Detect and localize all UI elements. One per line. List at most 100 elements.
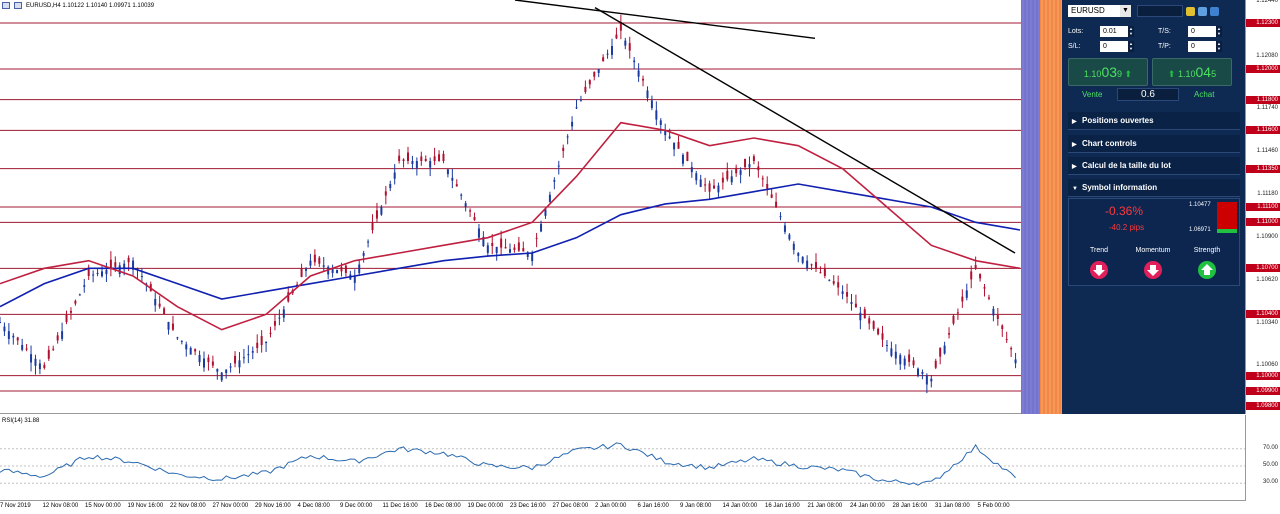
candle-body bbox=[109, 259, 112, 269]
candle-body bbox=[948, 333, 951, 335]
ts-stepper[interactable]: ▲ ▼ bbox=[1216, 26, 1222, 37]
buy-button[interactable]: ⬆ 1.10045 bbox=[1152, 58, 1232, 86]
candle-body bbox=[553, 180, 556, 182]
time-tick-label: 6 Jan 16:00 bbox=[637, 503, 669, 509]
candle-body bbox=[744, 158, 747, 168]
trend-label: Trend bbox=[1089, 247, 1109, 254]
trend-down-icon bbox=[1090, 261, 1108, 279]
chart-type-icon[interactable] bbox=[2, 2, 10, 9]
candle-body bbox=[211, 361, 214, 366]
price-tick-label: 1.10620 bbox=[1256, 276, 1278, 283]
lots-label: Lots: bbox=[1068, 28, 1084, 35]
candle-body bbox=[987, 297, 990, 299]
candle-body bbox=[992, 308, 995, 316]
candle-body bbox=[393, 172, 396, 179]
candle-body bbox=[673, 142, 676, 150]
section-label: Calcul de la taille du lot bbox=[1082, 161, 1171, 170]
price-level-label: 1.11350 bbox=[1246, 164, 1280, 173]
symbol-select[interactable]: EURUSD bbox=[1068, 5, 1120, 17]
sell-label: Vente bbox=[1082, 90, 1103, 99]
candle-body bbox=[127, 257, 130, 263]
candle-body bbox=[43, 364, 46, 368]
candle-body bbox=[176, 337, 179, 339]
candle-body bbox=[708, 183, 711, 192]
sell-button[interactable]: 1.10039 ⬆ bbox=[1068, 58, 1148, 86]
range-high: 1.10477 bbox=[1189, 202, 1211, 208]
candle-body bbox=[163, 308, 166, 315]
settings-icon[interactable] bbox=[1198, 6, 1207, 16]
candle-body bbox=[637, 70, 640, 77]
tp-stepper[interactable]: ▲ ▼ bbox=[1216, 41, 1222, 52]
candle-body bbox=[21, 345, 24, 350]
section-open-positions[interactable]: ▶ Positions ouvertes bbox=[1068, 112, 1240, 130]
candle-body bbox=[806, 260, 809, 269]
candle-body bbox=[571, 121, 574, 127]
price-chart[interactable]: EURUSD,H4 1.10122 1.10140 1.09971 1.1003… bbox=[0, 0, 1245, 414]
ts-input[interactable]: 0 bbox=[1188, 26, 1216, 37]
copy-icon[interactable] bbox=[1186, 6, 1195, 16]
section-chart-controls[interactable]: ▶ Chart controls bbox=[1068, 135, 1240, 153]
time-tick-label: 28 Jan 16:00 bbox=[892, 503, 928, 509]
lots-stepper[interactable]: ▲ ▼ bbox=[1128, 26, 1134, 37]
candle-body bbox=[642, 78, 645, 81]
chart-window-icon[interactable] bbox=[14, 2, 22, 9]
candle-body bbox=[424, 158, 427, 161]
candle-body bbox=[757, 166, 760, 171]
candle-body bbox=[353, 276, 356, 283]
candle-body bbox=[429, 161, 432, 168]
candle-body bbox=[952, 315, 955, 324]
candle-body bbox=[859, 312, 862, 321]
price-level-label: 1.11100 bbox=[1246, 203, 1280, 211]
candle-body bbox=[158, 303, 161, 307]
candle-body bbox=[615, 34, 618, 39]
price-axis: 1.12440 1.12080 1.11740 1.11460 1.11180 1.109… bbox=[1245, 0, 1280, 414]
candle-body bbox=[171, 323, 174, 330]
caret-right-icon: ▶ bbox=[1072, 119, 1077, 125]
ma-red-line bbox=[0, 121, 1021, 331]
candle-body bbox=[69, 310, 72, 313]
candle-body bbox=[438, 154, 441, 161]
candle-body bbox=[801, 256, 804, 263]
chevron-down-icon[interactable]: ▼ bbox=[1120, 5, 1131, 17]
candle-body bbox=[961, 296, 964, 302]
candle-body bbox=[433, 156, 436, 161]
sell-price-small: 1.10 bbox=[1083, 69, 1102, 79]
lots-input[interactable]: 0.01 bbox=[1100, 26, 1128, 37]
arrow-up-icon: ⬆ bbox=[1167, 69, 1176, 79]
time-tick-label: 27 Nov 00:00 bbox=[212, 503, 249, 509]
candle-body bbox=[25, 348, 28, 350]
candle-body bbox=[863, 309, 866, 319]
candle-body bbox=[633, 60, 636, 63]
candle-body bbox=[779, 216, 782, 218]
sl-input[interactable]: 0 bbox=[1100, 41, 1128, 52]
candle-body bbox=[0, 322, 1, 323]
time-tick-label: 9 Jan 08:00 bbox=[680, 503, 712, 509]
candle-body bbox=[256, 342, 259, 349]
symbol-search-field[interactable] bbox=[1137, 5, 1183, 17]
rsi-tick-label: 30.00 bbox=[1262, 479, 1278, 486]
candle-body bbox=[234, 355, 237, 364]
indicator-band-purple bbox=[1021, 0, 1040, 414]
rsi-panel[interactable]: RSI(14) 31.88 bbox=[0, 415, 1245, 501]
candle-body bbox=[943, 345, 946, 354]
lot-size-input[interactable]: 0.6 bbox=[1117, 88, 1179, 101]
price-tick-label: 1.10340 bbox=[1256, 319, 1278, 326]
candle-body bbox=[105, 269, 108, 275]
candle-body bbox=[371, 222, 374, 230]
tp-label: T/P: bbox=[1158, 43, 1171, 50]
candle-body bbox=[362, 253, 365, 256]
section-symbol-info[interactable]: ▼ Symbol information bbox=[1068, 179, 1240, 197]
candle-body bbox=[979, 273, 982, 279]
candle-body bbox=[305, 268, 307, 271]
candle-body bbox=[535, 237, 538, 239]
section-lot-calculator[interactable]: ▶ Calcul de la taille du lot bbox=[1068, 157, 1240, 175]
sl-stepper[interactable]: ▲ ▼ bbox=[1128, 41, 1134, 52]
candle-body bbox=[650, 100, 653, 108]
help-icon[interactable] bbox=[1210, 6, 1219, 16]
candle-body bbox=[225, 369, 228, 374]
candle-body bbox=[203, 358, 205, 368]
tp-input[interactable]: 0 bbox=[1188, 41, 1216, 52]
candle-body bbox=[16, 337, 19, 341]
time-tick-label: 2 Jan 00:00 bbox=[595, 503, 627, 509]
candle-body bbox=[398, 155, 401, 161]
